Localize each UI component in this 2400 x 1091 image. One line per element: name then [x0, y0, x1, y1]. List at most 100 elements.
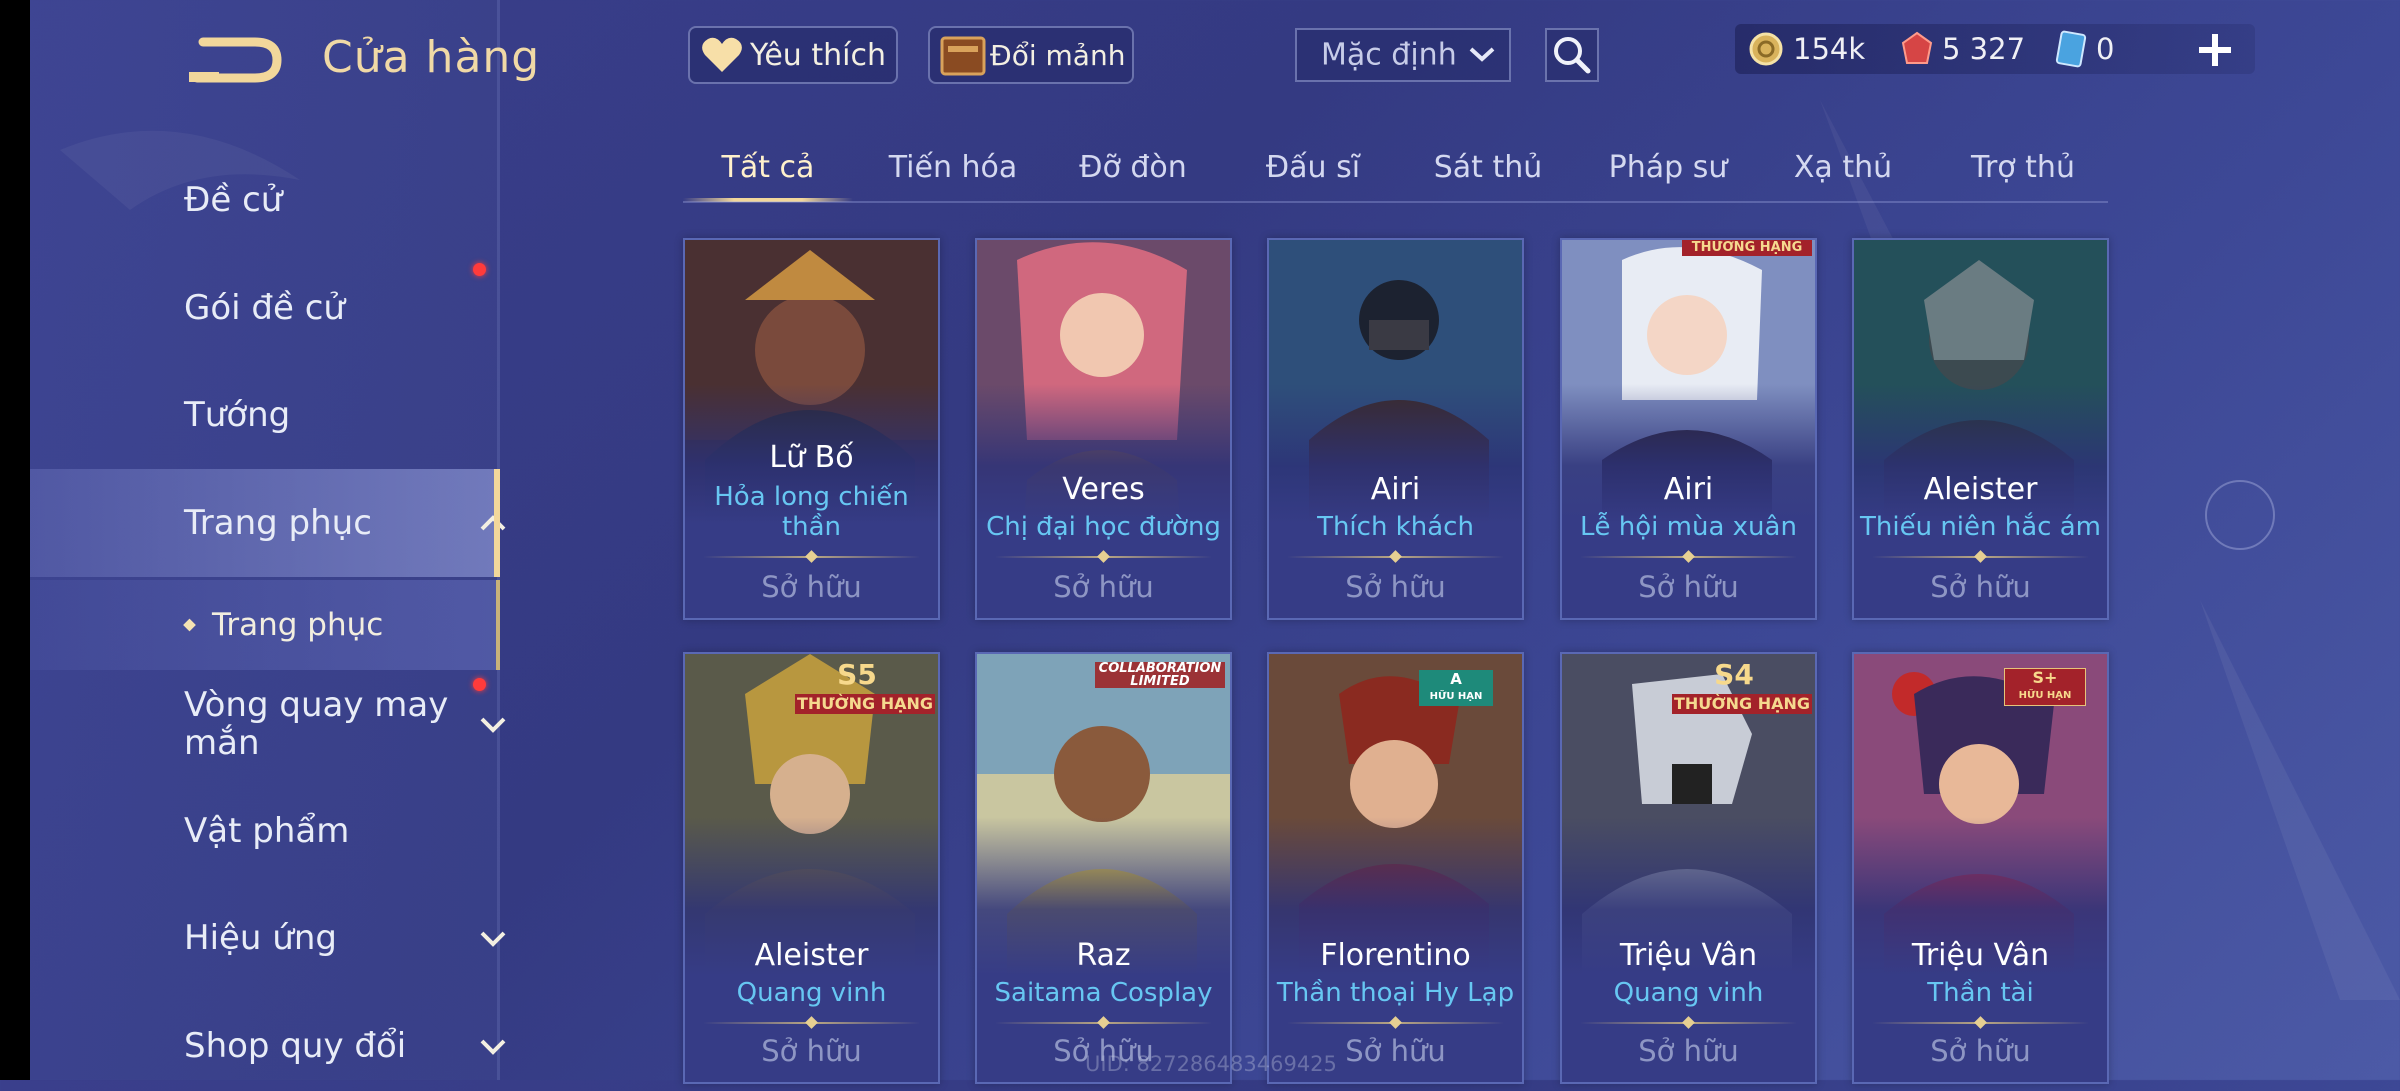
tabs-underline: [683, 201, 2108, 203]
season-tier-badge: S4: [1714, 658, 1754, 691]
skin-name: Chị đại học đường: [986, 512, 1221, 542]
bullet-diamond-icon: [183, 618, 196, 632]
hero-name: Triệu Vân: [1619, 938, 1758, 973]
tab-all[interactable]: Tất cả: [683, 140, 853, 202]
sidebar-item-label: Gói đề cử: [184, 288, 345, 328]
sidebar-item-heroes[interactable]: Tướng: [30, 370, 500, 460]
tab-tank[interactable]: Đỡ đòn: [1048, 140, 1218, 200]
skin-name: Thiếu niên hắc ám: [1860, 512, 2101, 542]
tier-label: HỮU HẠN: [1429, 691, 1483, 702]
hero-name: Airi: [1663, 472, 1714, 507]
voucher-amount: 5 327: [1942, 32, 2026, 66]
tab-fighter[interactable]: Đấu sĩ: [1228, 140, 1398, 200]
skin-card[interactable]: Veres Chị đại học đường Sở hữu: [975, 238, 1232, 620]
skin-card[interactable]: A HỮU HẠN Florentino Thần thoại Hy Lạp S…: [1267, 652, 1524, 1084]
notification-dot: [473, 678, 486, 691]
hero-name: Raz: [1076, 938, 1131, 973]
page-title: Cửa hàng: [322, 32, 541, 83]
skin-card[interactable]: THƯỜNG HẠNG Airi Lễ hội mùa xuân Sở hữu: [1560, 238, 1817, 620]
skin-card[interactable]: S4 THƯỜNG HẠNG Triệu Vân Quang vinh Sở h…: [1560, 652, 1817, 1084]
sidebar-item-effects[interactable]: Hiệu ứng: [30, 893, 506, 983]
notification-dot: [473, 263, 486, 276]
ownership-status: Sở hữu: [761, 1034, 862, 1068]
gem-amount: 0: [2096, 32, 2115, 66]
gold-coin-icon: [1749, 32, 1783, 66]
hero-name: Veres: [1062, 472, 1145, 507]
category-tabs: Tất cả Tiến hóa Đỡ đòn Đấu sĩ Sát thủ Ph…: [683, 140, 2108, 202]
voucher-gem-icon: [1901, 31, 1933, 64]
skin-card[interactable]: COLLABORATION LIMITED Raz Saitama Cospla…: [975, 652, 1232, 1084]
plus-icon: [2199, 34, 2231, 66]
sidebar-item-exchange-shop[interactable]: Shop quy đổi: [30, 1001, 506, 1091]
skin-card[interactable]: S+ HỮU HẠN Triệu Vân Thần tài Sở hữu: [1852, 652, 2109, 1084]
tab-support[interactable]: Trợ thủ: [1938, 140, 2108, 200]
back-button[interactable]: [185, 30, 285, 90]
sidebar-item-recommended[interactable]: Đề cử: [30, 155, 500, 245]
sidebar-item-lucky-spin[interactable]: Vòng quay may mắn: [30, 676, 506, 772]
sidebar-item-label: Shop quy đổi: [184, 1026, 407, 1066]
gold-amount: 154k: [1793, 32, 1866, 66]
exchange-fragments-button[interactable]: Đổi mảnh: [928, 26, 1134, 84]
tab-assassin[interactable]: Sát thủ: [1403, 140, 1573, 200]
sort-selected-value: Mặc định: [1321, 37, 1457, 73]
add-currency-button[interactable]: [2195, 30, 2235, 70]
skin-card[interactable]: Aleister Thiếu niên hắc ám Sở hữu: [1852, 238, 2109, 620]
favorites-button[interactable]: Yêu thích: [688, 26, 898, 84]
sidebar-item-label: Vật phẩm: [184, 811, 350, 851]
screen-edge: [0, 0, 30, 1080]
season-tier-badge: S5: [837, 658, 877, 691]
tab-label: Pháp sư: [1608, 150, 1728, 185]
rank-badge: THƯỜNG HẠNG: [1672, 694, 1812, 714]
tab-mage[interactable]: Pháp sư: [1583, 140, 1753, 200]
hero-name: Aleister: [1923, 472, 2038, 507]
exchange-label: Đổi mảnh: [990, 38, 1126, 72]
chevron-down-icon: [480, 1039, 506, 1055]
rank-badge: THƯỜNG HẠNG: [1682, 240, 1812, 256]
tier-letter: S+: [2032, 668, 2058, 687]
back-arrow-icon: [189, 37, 282, 83]
skin-name: Lễ hội mùa xuân: [1580, 512, 1797, 542]
collaboration-badge: COLLABORATION LIMITED: [1095, 662, 1225, 688]
gem-card-icon: [2055, 30, 2087, 68]
tab-label: Tất cả: [721, 150, 815, 185]
skin-name: Thần thoại Hy Lạp: [1276, 978, 1515, 1008]
skin-card[interactable]: S5 THƯỜNG HẠNG Aleister Quang vinh Sở hữ…: [683, 652, 940, 1084]
sidebar-item-label: Trang phục: [184, 503, 372, 543]
tab-evolution[interactable]: Tiến hóa: [868, 140, 1038, 200]
chevron-down-icon: [480, 931, 506, 947]
tier-letter: A: [1450, 670, 1462, 688]
sidebar-item-label: Đề cử: [184, 180, 283, 220]
skin-name: Quang vinh: [736, 978, 887, 1008]
tab-label: Xạ thủ: [1793, 150, 1893, 185]
sidebar-subitem-skins[interactable]: Trang phục: [30, 580, 500, 670]
tab-label: Đỡ đòn: [1079, 150, 1187, 185]
skin-card[interactable]: Lữ Bố Hỏa long chiến thần Sở hữu: [683, 238, 940, 620]
ownership-status: Sở hữu: [1638, 1034, 1739, 1068]
tab-label: Trợ thủ: [1971, 150, 2075, 185]
user-id-watermark: UID: 827286483469425: [1085, 1052, 1337, 1076]
fragment-chest-icon: [940, 36, 986, 76]
sidebar-item-recommended-packs[interactable]: Gói đề cử: [30, 263, 500, 353]
tier-badge: S+ HỮU HẠN: [2004, 668, 2086, 706]
sidebar-item-skins[interactable]: Trang phục: [30, 469, 506, 577]
ownership-status: Sở hữu: [1345, 570, 1446, 604]
hero-name: Airi: [1370, 472, 1421, 507]
tier-label: HỮU HẠN: [2018, 690, 2072, 701]
rank-badge: THƯỜNG HẠNG: [795, 694, 935, 714]
ownership-status: Sở hữu: [1053, 570, 1154, 604]
tab-label: Sát thủ: [1433, 150, 1543, 185]
sidebar-subitem-label: Trang phục: [212, 607, 384, 643]
sidebar-item-label: Vòng quay may mắn: [184, 685, 449, 763]
sidebar-item-label: Tướng: [184, 395, 291, 435]
hero-name: Lữ Bố: [769, 440, 854, 475]
tab-label: Tiến hóa: [888, 150, 1018, 185]
search-button[interactable]: [1545, 28, 1599, 82]
chevron-up-icon: [480, 515, 506, 531]
tab-marksman[interactable]: Xạ thủ: [1758, 140, 1928, 200]
tab-label: Đấu sĩ: [1265, 150, 1361, 185]
ownership-status: Sở hữu: [761, 570, 862, 604]
skin-card[interactable]: Airi Thích khách Sở hữu: [1267, 238, 1524, 620]
sidebar-item-items[interactable]: Vật phẩm: [30, 786, 500, 876]
ownership-status: Sở hữu: [1930, 570, 2031, 604]
sort-dropdown[interactable]: Mặc định: [1295, 28, 1511, 82]
